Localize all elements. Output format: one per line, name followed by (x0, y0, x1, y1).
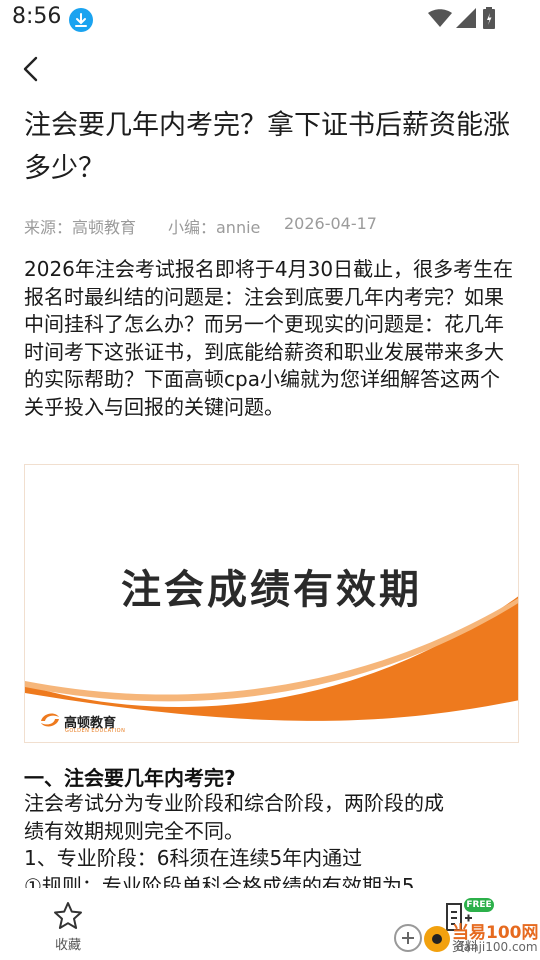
free-badge: FREE (464, 898, 494, 912)
article-editor: 小编：annie (168, 218, 261, 237)
article-meta: 来源：高顿教育 小编：annie 2026-04-17 (24, 214, 524, 238)
back-button[interactable] (16, 52, 48, 86)
article-source: 来源：高顿教育 (24, 218, 137, 237)
status-time: 8:56 (12, 4, 62, 29)
star-icon (54, 902, 82, 929)
brand-logo-subtext: GOLDEN EDUCATION (65, 728, 126, 734)
watermark-url: danji100.com (456, 940, 538, 954)
brand-logo-icon (41, 713, 59, 727)
status-icons (420, 6, 500, 30)
favorite-button[interactable]: 收藏 (48, 900, 88, 953)
body-line: 绩有效期规则完全不同。 (24, 818, 244, 843)
body-line: 注会考试分为专业阶段和综合阶段，两阶段的成 (24, 791, 444, 815)
section-heading-1: 一、注会要几年内考完? (24, 766, 236, 790)
battery-icon (483, 7, 495, 29)
hero-heading: 注会成绩有效期 (121, 567, 422, 613)
favorite-label: 收藏 (54, 938, 81, 953)
download-icon (69, 8, 93, 32)
watermark-plus-icon (394, 924, 422, 952)
wifi-icon (428, 9, 452, 27)
signal-icon (456, 8, 476, 28)
article-body: 注会考试分为专业阶段和综合阶段，两阶段的成 绩有效期规则完全不同。 1、专业阶段… (24, 790, 518, 900)
body-line: 1、专业阶段：6科须在连续5年内通过 (24, 846, 363, 870)
brand-logo: 高顿教育 GOLDEN EDUCATION (39, 709, 149, 735)
chevron-left-icon (23, 56, 38, 82)
article-intro: 2026年注会考试报名即将于4月30日截止，很多考生在报名时最纠结的问题是：注会… (24, 257, 514, 419)
article-date: 2026-04-17 (284, 214, 377, 233)
watermark-dot (432, 934, 442, 944)
article-hero-image[interactable]: 注会成绩有效期 高顿教育 GOLDEN EDUCATION (24, 464, 519, 743)
status-bar: 8:56 (0, 0, 540, 36)
site-watermark: 当易100网 danji100.com (380, 912, 540, 960)
article-title: 注会要几年内考完？拿下证书后薪资能涨多少？ (24, 110, 510, 184)
